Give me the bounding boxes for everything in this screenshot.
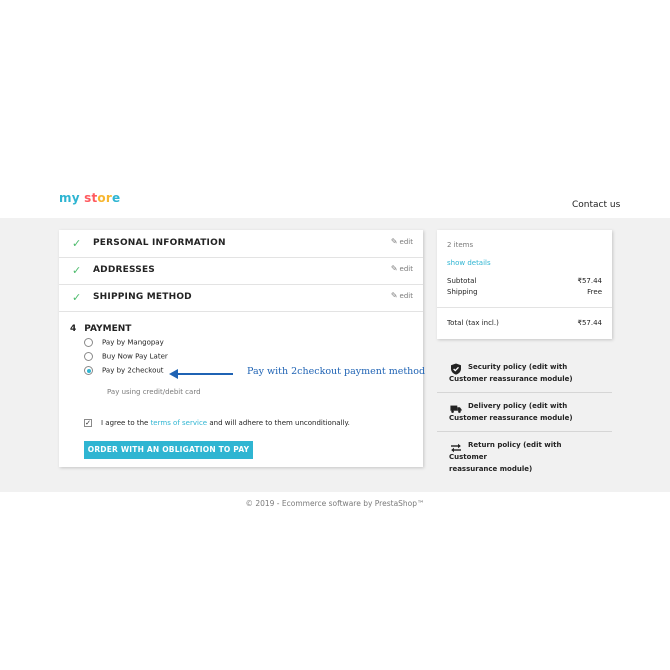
site-footer: © 2019 - Ecommerce software by PrestaSho… bbox=[245, 499, 425, 508]
payment-step-heading: 4 PAYMENT bbox=[70, 324, 132, 334]
step-personal-information[interactable]: ✓ PERSONAL INFORMATION ✎ edit bbox=[59, 230, 423, 258]
radio-button-selected[interactable] bbox=[84, 366, 93, 375]
items-count: 2 items bbox=[447, 241, 474, 249]
terms-agreement[interactable]: ✓ I agree to the terms of service and wil… bbox=[84, 419, 350, 427]
payment-option-description: Pay using credit/debit card bbox=[107, 388, 201, 396]
summary-divider bbox=[437, 307, 612, 308]
arrow-line bbox=[171, 373, 233, 375]
check-icon: ✓ bbox=[72, 264, 82, 277]
step-shipping-method[interactable]: ✓ SHIPPING METHOD ✎ edit bbox=[59, 284, 423, 312]
site-header: my store Contact us bbox=[0, 0, 670, 218]
step-addresses[interactable]: ✓ ADDRESSES ✎ edit bbox=[59, 257, 423, 285]
contact-us-link[interactable]: Contact us bbox=[572, 200, 620, 210]
subtotal-line: Subtotal ₹57.44 bbox=[447, 277, 602, 285]
order-button[interactable]: ORDER WITH AN OBLIGATION TO PAY bbox=[84, 441, 253, 459]
pencil-icon: ✎ bbox=[390, 264, 398, 273]
check-icon: ✓ bbox=[72, 291, 82, 304]
payment-option-buy-now-pay-later[interactable]: Buy Now Pay Later bbox=[84, 352, 168, 361]
pencil-icon: ✎ bbox=[390, 291, 398, 300]
show-details-link[interactable]: show details bbox=[447, 259, 491, 267]
radio-button[interactable] bbox=[84, 338, 93, 347]
edit-link[interactable]: ✎ edit bbox=[391, 237, 413, 246]
edit-link[interactable]: ✎ edit bbox=[391, 264, 413, 273]
radio-button[interactable] bbox=[84, 352, 93, 361]
cart-summary: 2 items show details Subtotal ₹57.44 Shi… bbox=[437, 230, 612, 339]
total-line: Total (tax incl.) ₹57.44 bbox=[447, 319, 602, 327]
pencil-icon: ✎ bbox=[390, 237, 398, 246]
reassurance-delivery: Delivery policy (edit with Customer reas… bbox=[437, 393, 612, 432]
payment-option-mangopay[interactable]: Pay by Mangopay bbox=[84, 338, 164, 347]
store-logo[interactable]: my store bbox=[59, 191, 120, 205]
edit-link[interactable]: ✎ edit bbox=[391, 291, 413, 300]
shipping-line: Shipping Free bbox=[447, 288, 602, 296]
checkout-steps-panel: ✓ PERSONAL INFORMATION ✎ edit ✓ ADDRESSES… bbox=[59, 230, 423, 467]
step-title: PERSONAL INFORMATION bbox=[93, 238, 226, 248]
terms-of-service-link[interactable]: terms of service bbox=[151, 419, 208, 427]
reassurance-return: Return policy (edit with Customer reassu… bbox=[449, 441, 562, 473]
reassurance-security: Security policy (edit with Customer reas… bbox=[437, 354, 612, 393]
payment-option-2checkout[interactable]: Pay by 2checkout bbox=[84, 366, 164, 375]
step-title: SHIPPING METHOD bbox=[93, 292, 192, 302]
annotation-text: Pay with 2checkout payment method bbox=[247, 366, 426, 377]
annotation-arrow: Pay with 2checkout payment method bbox=[169, 366, 425, 381]
terms-checkbox[interactable]: ✓ bbox=[84, 419, 92, 427]
step-title: ADDRESSES bbox=[93, 265, 155, 275]
check-icon: ✓ bbox=[72, 237, 82, 250]
